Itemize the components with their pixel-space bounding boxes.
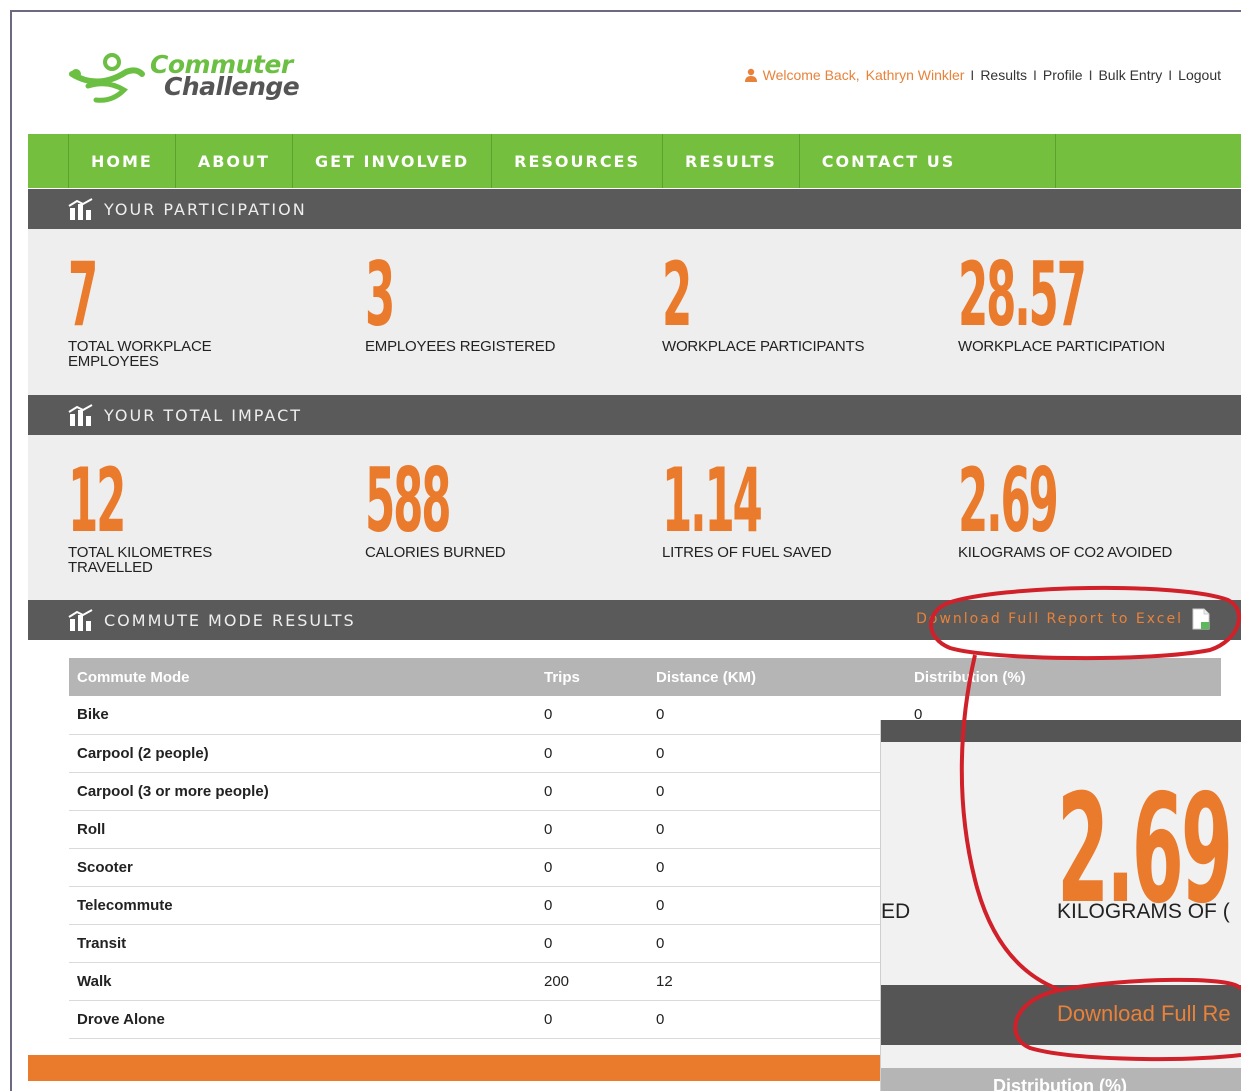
stat-value: 12 [68,449,126,552]
stat-total-kilometres: 12 TOTAL KILOMETRES TRAVELLED [68,449,258,576]
link-separator: I [970,67,975,83]
inset-download-link[interactable]: Download Full Re [1057,1001,1231,1027]
inset-top-bar [881,720,1241,742]
cell-mode: Drove Alone [69,1000,536,1039]
cell-distance: 12 [648,962,906,1001]
user-icon [744,68,757,82]
commute-header: COMMUTE MODE RESULTS Download Full Repor… [28,600,1241,640]
cell-mode: Scooter [69,848,536,887]
inset-distribution-label: Distribution (%) [993,1076,1127,1091]
stats-icon [68,198,93,220]
nav-item-contact-us[interactable]: CONTACT US [798,134,1057,188]
stat-workplace-participation: 28.57 WORKPLACE PARTICIPATION [958,243,1241,355]
cell-distance: 0 [648,848,906,887]
stat-label: EMPLOYEES REGISTERED [365,338,556,355]
stats-icon [68,404,93,426]
zoom-inset: ED 2.69 KILOGRAMS OF ( Download Full Re … [880,720,1241,1091]
cell-trips: 0 [536,696,648,735]
section-title: YOUR TOTAL IMPACT [104,405,303,425]
link-separator: I [1088,67,1093,83]
site-logo[interactable]: Commuter Challenge [68,48,318,108]
stat-value: 588 [365,449,451,552]
nav-item-about[interactable]: ABOUT [174,134,292,188]
stat-value: 3 [365,243,395,346]
cell-mode: Carpool (2 people) [69,734,536,773]
nav-item-results[interactable]: RESULTS [662,134,799,188]
column-header-trips: Trips [536,658,648,696]
cell-mode: Carpool (3 or more people) [69,772,536,811]
impact-header: YOUR TOTAL IMPACT [28,395,1241,435]
column-header-distance: Distance (KM) [648,658,906,696]
stat-label: WORKPLACE PARTICIPANTS [662,338,865,355]
section-title: YOUR PARTICIPATION [104,199,307,219]
cell-trips: 0 [536,734,648,773]
cell-trips: 200 [536,962,648,1001]
column-header-mode: Commute Mode [69,658,536,696]
cell-distance: 0 [648,886,906,925]
results-link[interactable]: Results [980,67,1027,83]
nav-item-home[interactable]: HOME [68,134,175,188]
profile-link[interactable]: Profile [1043,67,1083,83]
stat-value: 28.57 [958,243,1087,346]
cell-mode: Transit [69,924,536,963]
stat-value: 1.14 [662,449,763,552]
cell-trips: 0 [536,772,648,811]
main-nav: HOME ABOUT GET INVOLVED RESOURCES RESULT… [28,134,1241,188]
stat-workplace-participants: 2 WORKPLACE PARTICIPANTS [662,243,952,355]
stat-calories-burned: 588 CALORIES BURNED [365,449,655,561]
excel-document-icon [1192,608,1210,630]
cell-trips: 0 [536,886,648,925]
inset-co2-label: KILOGRAMS OF ( [1057,900,1230,923]
cell-trips: 0 [536,1000,648,1039]
logo-line-2: Challenge [164,72,300,101]
link-separator: I [1168,67,1173,83]
stats-icon [68,609,93,631]
participation-panel: 7 TOTAL WORKPLACE EMPLOYEES 3 EMPLOYEES … [28,229,1241,395]
table-header-row: Commute Mode Trips Distance (KM) Distrib… [69,658,1221,696]
cell-mode: Bike [69,696,536,735]
cell-distance: 0 [648,810,906,849]
stat-co2-avoided: 2.69 KILOGRAMS OF CO2 AVOIDED [958,449,1241,561]
inset-distribution-header: Distribution (%) [881,1068,1241,1091]
stat-fuel-saved: 1.14 LITRES OF FUEL SAVED [662,449,952,561]
cell-trips: 0 [536,810,648,849]
download-excel-label: Download Full Report to Excel [916,611,1183,627]
bulk-entry-link[interactable]: Bulk Entry [1098,67,1162,83]
stat-value: 2 [662,243,692,346]
nav-item-resources[interactable]: RESOURCES [491,134,662,188]
section-title: COMMUTE MODE RESULTS [104,610,356,630]
cell-distance: 0 [648,734,906,773]
inset-label-fragment: ED [881,900,911,923]
username-link[interactable]: Kathryn Winkler [866,67,965,83]
stat-total-employees: 7 TOTAL WORKPLACE EMPLOYEES [68,243,258,370]
cell-distance: 0 [648,924,906,963]
stat-label: TOTAL WORKPLACE EMPLOYEES [68,338,212,370]
link-separator: I [1033,67,1037,83]
cell-mode: Roll [69,810,536,849]
impact-panel: 12 TOTAL KILOMETRES TRAVELLED 588 CALORI… [28,435,1241,600]
participation-header: YOUR PARTICIPATION [28,189,1241,229]
cell-distance: 0 [648,696,906,735]
commuter-logo-icon [69,53,145,103]
column-header-distribution: Distribution (%) [906,658,1221,696]
stat-employees-registered: 3 EMPLOYEES REGISTERED [365,243,655,355]
cell-mode: Walk [69,962,536,1001]
nav-item-get-involved[interactable]: GET INVOLVED [291,134,491,188]
cell-distance: 0 [648,772,906,811]
download-excel-link[interactable]: Download Full Report to Excel [916,608,1211,630]
cell-trips: 0 [536,848,648,887]
welcome-text: Welcome Back, [762,67,860,83]
stat-value: 2.69 [958,449,1059,552]
stat-value: 7 [68,243,98,346]
user-links: Welcome Back, Kathryn Winkler I Results … [744,67,1221,83]
footer-orange-bar [28,1055,898,1081]
cell-distance: 0 [648,1000,906,1039]
cell-trips: 0 [536,924,648,963]
cell-mode: Telecommute [69,886,536,925]
logout-link[interactable]: Logout [1178,67,1221,83]
